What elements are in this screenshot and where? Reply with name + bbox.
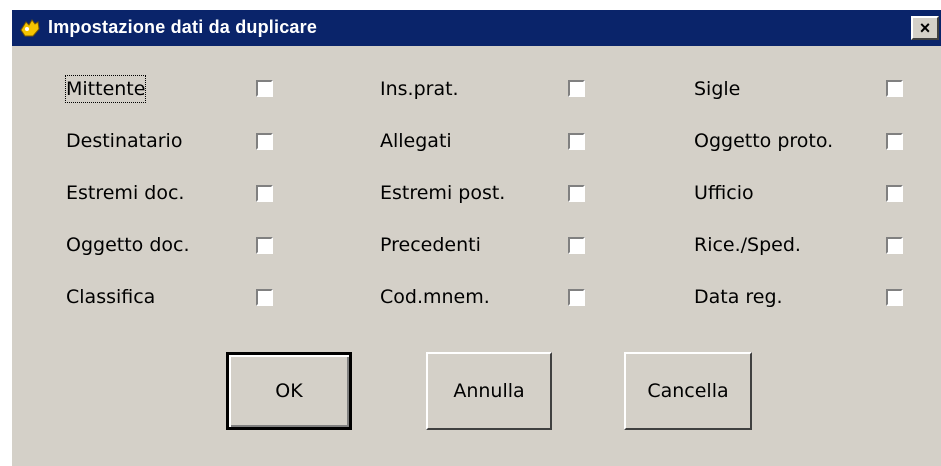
label-mittente[interactable]: Mittente: [64, 75, 147, 103]
close-icon: ×: [919, 18, 931, 38]
label-sigle[interactable]: Sigle: [694, 76, 740, 102]
label-ins-prat[interactable]: Ins.prat.: [380, 76, 459, 102]
ok-button-label: OK: [275, 380, 303, 402]
label-estremi-post[interactable]: Estremi post.: [380, 180, 505, 206]
cancella-button[interactable]: Cancella: [624, 352, 752, 430]
title-bar[interactable]: Impostazione dati da duplicare ×: [12, 10, 941, 46]
checkbox-oggetto-proto[interactable]: [886, 133, 903, 150]
annulla-button[interactable]: Annulla: [426, 352, 552, 430]
ok-button[interactable]: OK: [226, 352, 352, 430]
checkbox-data-reg[interactable]: [886, 289, 903, 306]
dialog-title: Impostazione dati da duplicare: [48, 17, 318, 37]
checkbox-destinatario[interactable]: [256, 133, 273, 150]
checkbox-classifica[interactable]: [256, 289, 273, 306]
label-oggetto-doc[interactable]: Oggetto doc.: [66, 232, 190, 258]
checkbox-ins-prat[interactable]: [568, 80, 585, 97]
label-classifica[interactable]: Classifica: [66, 284, 155, 310]
checkbox-cod-mnem[interactable]: [568, 289, 585, 306]
label-rice-sped[interactable]: Rice./Sped.: [694, 232, 801, 258]
checkbox-precedenti[interactable]: [568, 237, 585, 254]
label-precedenti[interactable]: Precedenti: [380, 232, 481, 258]
cancella-button-label: Cancella: [647, 380, 729, 402]
close-button[interactable]: ×: [911, 16, 939, 40]
checkbox-rice-sped[interactable]: [886, 237, 903, 254]
label-cod-mnem[interactable]: Cod.mnem.: [380, 284, 490, 310]
label-oggetto-proto[interactable]: Oggetto proto.: [694, 128, 833, 154]
checkbox-estremi-doc[interactable]: [256, 185, 273, 202]
label-data-reg[interactable]: Data reg.: [694, 284, 783, 310]
annulla-button-label: Annulla: [453, 380, 525, 402]
label-ufficio[interactable]: Ufficio: [694, 180, 754, 206]
checkbox-oggetto-doc[interactable]: [256, 237, 273, 254]
checkbox-mittente[interactable]: [256, 80, 273, 97]
label-allegati[interactable]: Allegati: [380, 128, 452, 154]
label-estremi-doc[interactable]: Estremi doc.: [66, 180, 184, 206]
checkbox-estremi-post[interactable]: [568, 185, 585, 202]
hand-icon: [20, 19, 40, 37]
checkbox-allegati[interactable]: [568, 133, 585, 150]
label-destinatario[interactable]: Destinatario: [66, 128, 182, 154]
dialog-window: Impostazione dati da duplicare × Mittent…: [10, 8, 941, 466]
checkbox-sigle[interactable]: [886, 80, 903, 97]
checkbox-ufficio[interactable]: [886, 185, 903, 202]
